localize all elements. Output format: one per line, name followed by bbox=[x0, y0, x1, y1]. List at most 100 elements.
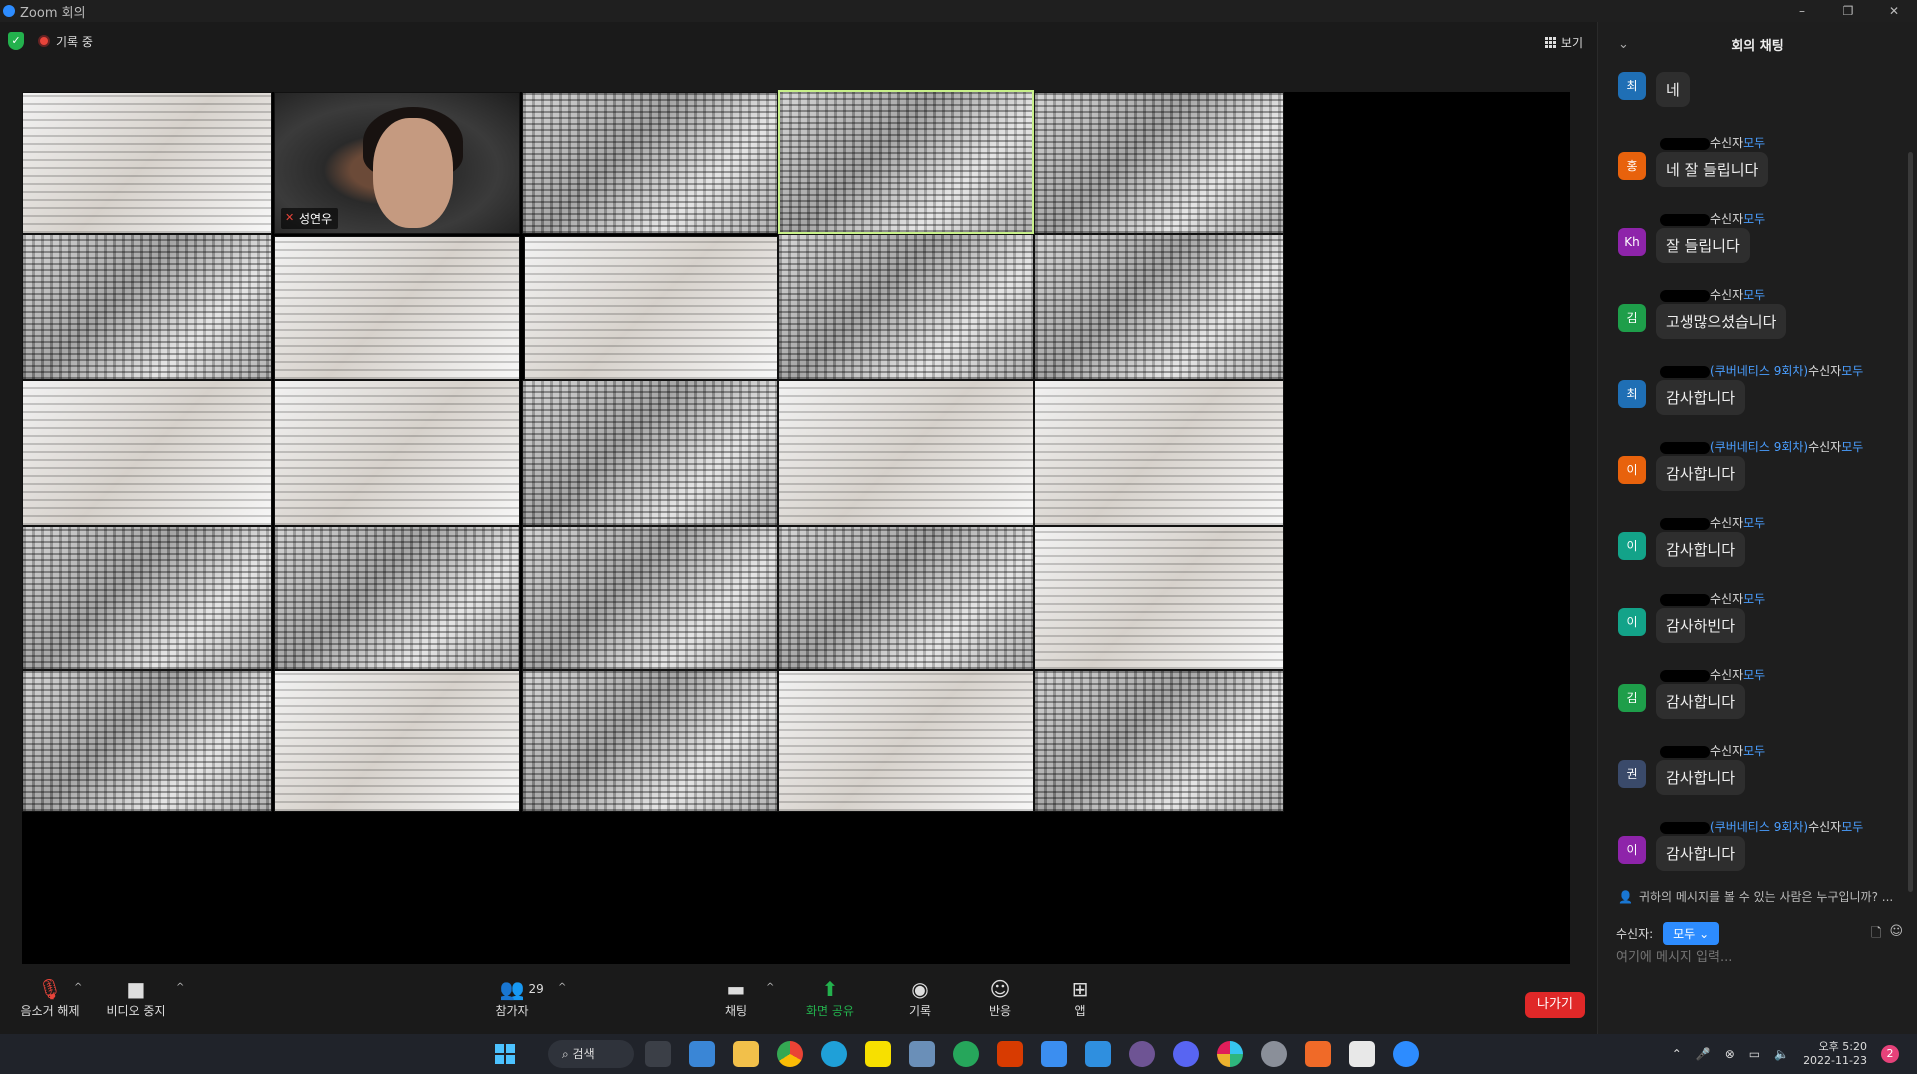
video-tile[interactable] bbox=[1034, 526, 1284, 670]
task-view-icon[interactable] bbox=[645, 1041, 671, 1067]
participants-options-caret[interactable]: ^ bbox=[558, 982, 566, 993]
notepad-icon[interactable] bbox=[1041, 1041, 1067, 1067]
apps-icon: ⊞ bbox=[1071, 977, 1089, 1001]
avatar: 최 bbox=[1618, 380, 1646, 408]
message-sender: 수신자모두 bbox=[1660, 590, 1765, 607]
video-tile[interactable] bbox=[522, 526, 778, 670]
video-area: ✓ 기록 중 보기 ✕ 성연우 bbox=[0, 22, 1597, 966]
video-tile[interactable] bbox=[1034, 670, 1284, 812]
github-icon[interactable] bbox=[1129, 1041, 1155, 1067]
view-button[interactable]: 보기 bbox=[1544, 34, 1583, 51]
office-icon[interactable] bbox=[997, 1041, 1023, 1067]
chat-message: (쿠버네티스 9회차)수신자모두 이 감사합니다 bbox=[1598, 814, 1904, 888]
chevron-up-icon[interactable]: ⌃ bbox=[1672, 1047, 1682, 1061]
green-app-icon[interactable] bbox=[953, 1041, 979, 1067]
video-tile[interactable] bbox=[22, 234, 272, 380]
recording-indicator[interactable]: 기록 중 bbox=[38, 33, 93, 50]
edge-icon[interactable] bbox=[821, 1041, 847, 1067]
video-tile[interactable] bbox=[274, 380, 520, 526]
video-tile[interactable] bbox=[274, 670, 520, 812]
chat-message: (쿠버네티스 9회차)수신자모두 최 감사합니다 bbox=[1598, 358, 1904, 434]
chrome-icon[interactable] bbox=[777, 1041, 803, 1067]
video-tile[interactable] bbox=[778, 670, 1034, 812]
window-controls: – ❐ ✕ bbox=[1779, 0, 1917, 22]
message-bubble: 감사합니다 bbox=[1656, 836, 1746, 871]
chat-scrollbar[interactable] bbox=[1908, 152, 1913, 892]
video-options-caret[interactable]: ^ bbox=[176, 982, 184, 993]
recipient-label: 수신자: bbox=[1616, 927, 1654, 941]
chat-panel: ⌄ 회의 채팅 최 네 수신자모두 홍 네 잘 들립니다 수신자모두 Kh 잘 … bbox=[1597, 22, 1917, 1034]
video-tile[interactable] bbox=[522, 670, 778, 812]
chat-message: 수신자모두 김 고생많으셨습니다 bbox=[1598, 282, 1904, 358]
minimize-button[interactable]: – bbox=[1779, 0, 1825, 22]
image-viewer-icon[interactable] bbox=[909, 1041, 935, 1067]
chat-message: 수신자모두 권 감사합니다 bbox=[1598, 738, 1904, 814]
emoji-icon[interactable]: ☺ bbox=[1889, 924, 1903, 946]
participant-face bbox=[372, 118, 453, 229]
video-tile[interactable] bbox=[274, 526, 520, 670]
video-tile[interactable] bbox=[524, 236, 778, 380]
volume-icon[interactable]: 🔈 bbox=[1774, 1047, 1789, 1061]
share-screen-button[interactable]: ⬆ 화면 공유 bbox=[780, 976, 880, 1019]
gallery-grid: ✕ 성연우 bbox=[22, 90, 1570, 966]
chevron-down-icon[interactable]: ⌄ bbox=[1618, 37, 1629, 52]
message-sender: 수신자모두 bbox=[1660, 514, 1765, 531]
slack-icon[interactable] bbox=[1217, 1041, 1243, 1067]
chat-options-caret[interactable]: ^ bbox=[766, 982, 774, 993]
video-tile[interactable] bbox=[778, 234, 1034, 380]
avatar: 이 bbox=[1618, 836, 1646, 864]
window-title: Zoom 회의 bbox=[20, 5, 86, 21]
chat-messages[interactable]: 최 네 수신자모두 홍 네 잘 들립니다 수신자모두 Kh 잘 들립니다 수신자… bbox=[1598, 66, 1904, 888]
microphone-icon[interactable]: 🎤 bbox=[1696, 1047, 1711, 1061]
close-button[interactable]: ✕ bbox=[1871, 0, 1917, 22]
video-tile[interactable] bbox=[522, 92, 778, 234]
video-tile[interactable] bbox=[22, 670, 272, 812]
video-tile[interactable] bbox=[522, 380, 778, 526]
s-app-icon[interactable] bbox=[1305, 1041, 1331, 1067]
file-icon[interactable]: 🗋 bbox=[1871, 924, 1881, 946]
leave-button[interactable]: 나가기 bbox=[1525, 992, 1585, 1018]
apps-button[interactable]: ⊞ 앱 bbox=[1030, 976, 1130, 1019]
file-explorer-icon[interactable] bbox=[733, 1041, 759, 1067]
video-tile-speaker[interactable]: ✕ 성연우 bbox=[274, 92, 520, 234]
windows-start-icon[interactable] bbox=[495, 1044, 515, 1064]
do-not-disturb-icon[interactable]: ⊗ bbox=[1725, 1047, 1735, 1061]
audio-options-caret[interactable]: ^ bbox=[74, 982, 82, 993]
zoom-taskbar-icon[interactable] bbox=[1393, 1041, 1419, 1067]
video-tile[interactable] bbox=[274, 236, 520, 380]
clock[interactable]: 오후 5:20 2022-11-23 bbox=[1803, 1040, 1867, 1068]
notification-badge[interactable]: 2 bbox=[1881, 1045, 1899, 1063]
recording-label: 기록 중 bbox=[56, 34, 93, 49]
chat-message: 최 네 bbox=[1598, 66, 1904, 130]
discord-icon[interactable] bbox=[1173, 1041, 1199, 1067]
stop-video-button[interactable]: ■ 비디오 중지 ^ bbox=[86, 976, 186, 1019]
video-tile[interactable] bbox=[22, 526, 272, 670]
restore-button[interactable]: ❐ bbox=[1825, 0, 1871, 22]
shield-icon[interactable]: ✓ bbox=[8, 32, 24, 50]
chat-message-input[interactable] bbox=[1616, 950, 1906, 965]
participants-button[interactable]: 👥 29 참가자 ^ bbox=[462, 976, 566, 1019]
video-tile-active[interactable] bbox=[778, 90, 1034, 234]
chat-message: 수신자모두 김 감사합니다 bbox=[1598, 662, 1904, 738]
store-icon[interactable] bbox=[689, 1041, 715, 1067]
snipping-icon[interactable] bbox=[1349, 1041, 1375, 1067]
vscode-icon[interactable] bbox=[1085, 1041, 1111, 1067]
video-tile[interactable] bbox=[1034, 92, 1284, 234]
message-sender: (쿠버네티스 9회차)수신자모두 bbox=[1660, 362, 1863, 379]
video-tile[interactable] bbox=[22, 92, 272, 234]
video-tile[interactable] bbox=[1034, 234, 1284, 380]
taskbar-search[interactable]: ⌕ 검색 bbox=[548, 1040, 634, 1068]
video-tile[interactable] bbox=[22, 380, 272, 526]
chat-button[interactable]: ▬ 채팅 ^ bbox=[686, 976, 786, 1019]
video-tile[interactable] bbox=[778, 526, 1034, 670]
recipient-select[interactable]: 모두 ⌄ bbox=[1663, 922, 1720, 945]
settings-icon[interactable] bbox=[1261, 1041, 1287, 1067]
unmute-button[interactable]: 🎙 음소거 해제 ^ bbox=[0, 976, 100, 1019]
chat-header: ⌄ 회의 채팅 bbox=[1598, 22, 1917, 66]
who-can-see-link[interactable]: 👤 귀하의 메시지를 볼 수 있는 사람은 누구입니까? ... bbox=[1618, 888, 1893, 905]
talk-icon[interactable] bbox=[865, 1041, 891, 1067]
network-icon[interactable]: ▭ bbox=[1749, 1047, 1760, 1061]
message-bubble: 감사합니다 bbox=[1656, 684, 1746, 719]
video-tile[interactable] bbox=[1034, 380, 1284, 526]
video-tile[interactable] bbox=[778, 380, 1034, 526]
